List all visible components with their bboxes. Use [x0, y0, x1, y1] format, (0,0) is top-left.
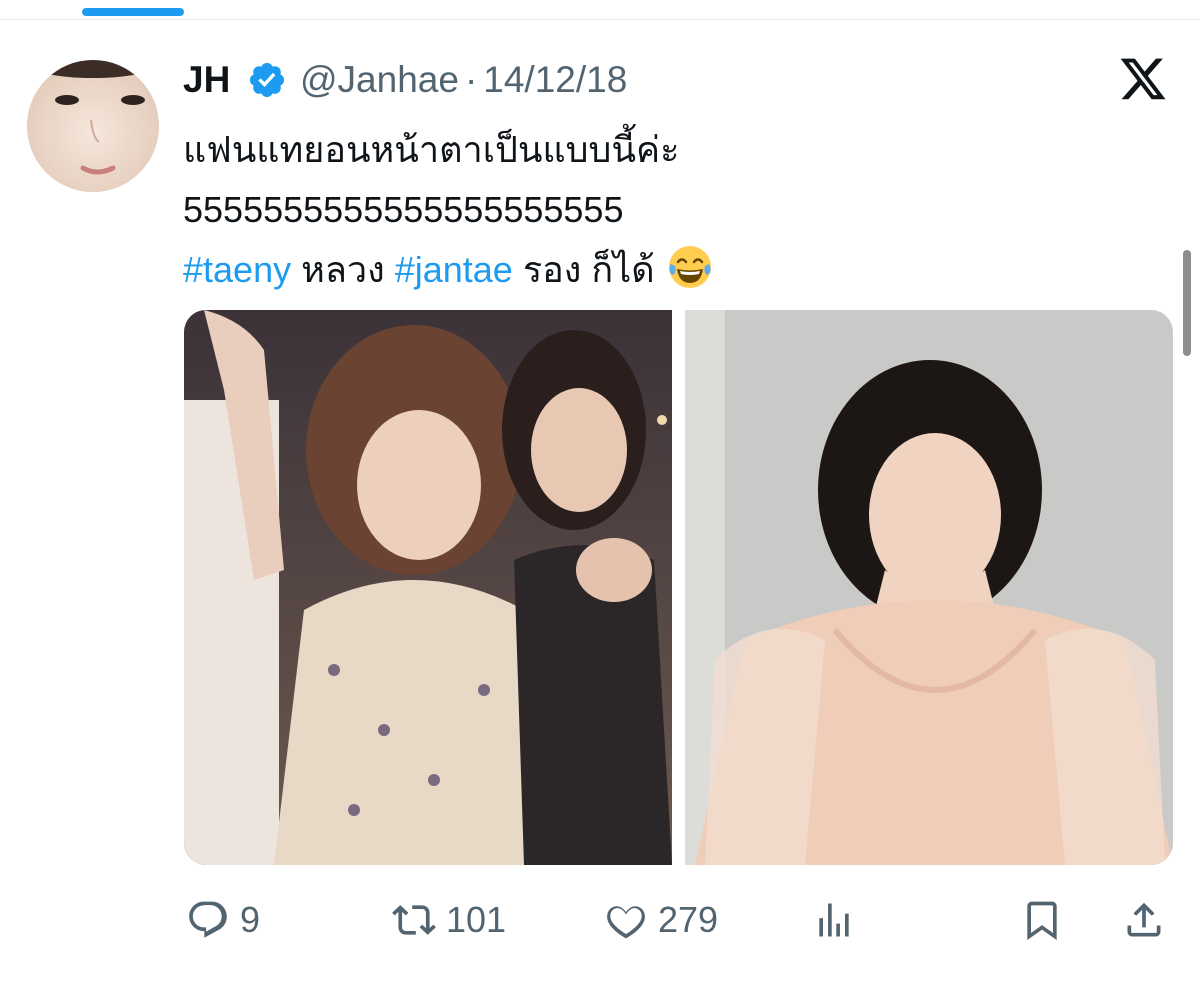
reply-count: 9: [240, 899, 261, 940]
reply-icon: [189, 901, 227, 938]
retweet-icon: [392, 905, 436, 935]
tweet-media[interactable]: [184, 310, 1173, 865]
photo-woman-smiling: [685, 310, 1173, 865]
scrollbar[interactable]: [1183, 250, 1191, 356]
separator-dot: ·: [464, 59, 478, 100]
x-logo-icon[interactable]: [1118, 58, 1168, 104]
author-name[interactable]: JH: [183, 58, 230, 102]
handle-and-date: @Janhae · 14/12/18: [300, 58, 627, 102]
tweet-actions: 9 101 279: [0, 890, 1200, 950]
avatar-image: [27, 60, 159, 192]
hashtag-link[interactable]: #jantae: [395, 249, 513, 290]
bookmark-button[interactable]: [1020, 890, 1064, 950]
share-button[interactable]: [1122, 890, 1166, 950]
tab-indicator: [82, 8, 184, 16]
author-handle[interactable]: @Janhae: [300, 59, 459, 100]
tweet-text-line-3: #taeny หลวง #jantae รอง ก็ได้: [183, 240, 1083, 300]
like-count: 279: [658, 899, 719, 940]
share-icon: [1127, 902, 1161, 937]
views-icon: [819, 903, 849, 937]
tweet-date[interactable]: 14/12/18: [483, 59, 627, 100]
tweet-text: แฟนแทยอนหน้าตาเป็นแบบนี้ค่ะ 555555555555…: [183, 120, 1083, 300]
like-icon: [607, 906, 645, 939]
photo-group-smiling: [184, 310, 672, 865]
verified-badge-icon: [249, 62, 285, 98]
header-divider: [0, 19, 1200, 20]
avatar[interactable]: [27, 60, 159, 192]
face-with-tears-of-joy-icon: [668, 246, 711, 288]
tweet-photo-1[interactable]: [184, 310, 672, 865]
views-button[interactable]: [812, 890, 856, 950]
tweet-word: หลวง: [301, 249, 385, 290]
retweet-count: 101: [446, 899, 507, 940]
tweet-photo-2[interactable]: [685, 310, 1173, 865]
tweet-text-line-2: 5555555555555555555555: [183, 189, 624, 230]
tweet-word: รอง ก็ได้: [522, 249, 655, 290]
hashtag-link[interactable]: #taeny: [183, 249, 291, 290]
bookmark-icon: [1027, 901, 1057, 941]
like-button[interactable]: 279: [604, 890, 718, 950]
retweet-button[interactable]: 101: [392, 890, 506, 950]
reply-button[interactable]: 9: [186, 890, 260, 950]
tweet-text-line-1: แฟนแทยอนหน้าตาเป็นแบบนี้ค่ะ: [183, 129, 680, 170]
